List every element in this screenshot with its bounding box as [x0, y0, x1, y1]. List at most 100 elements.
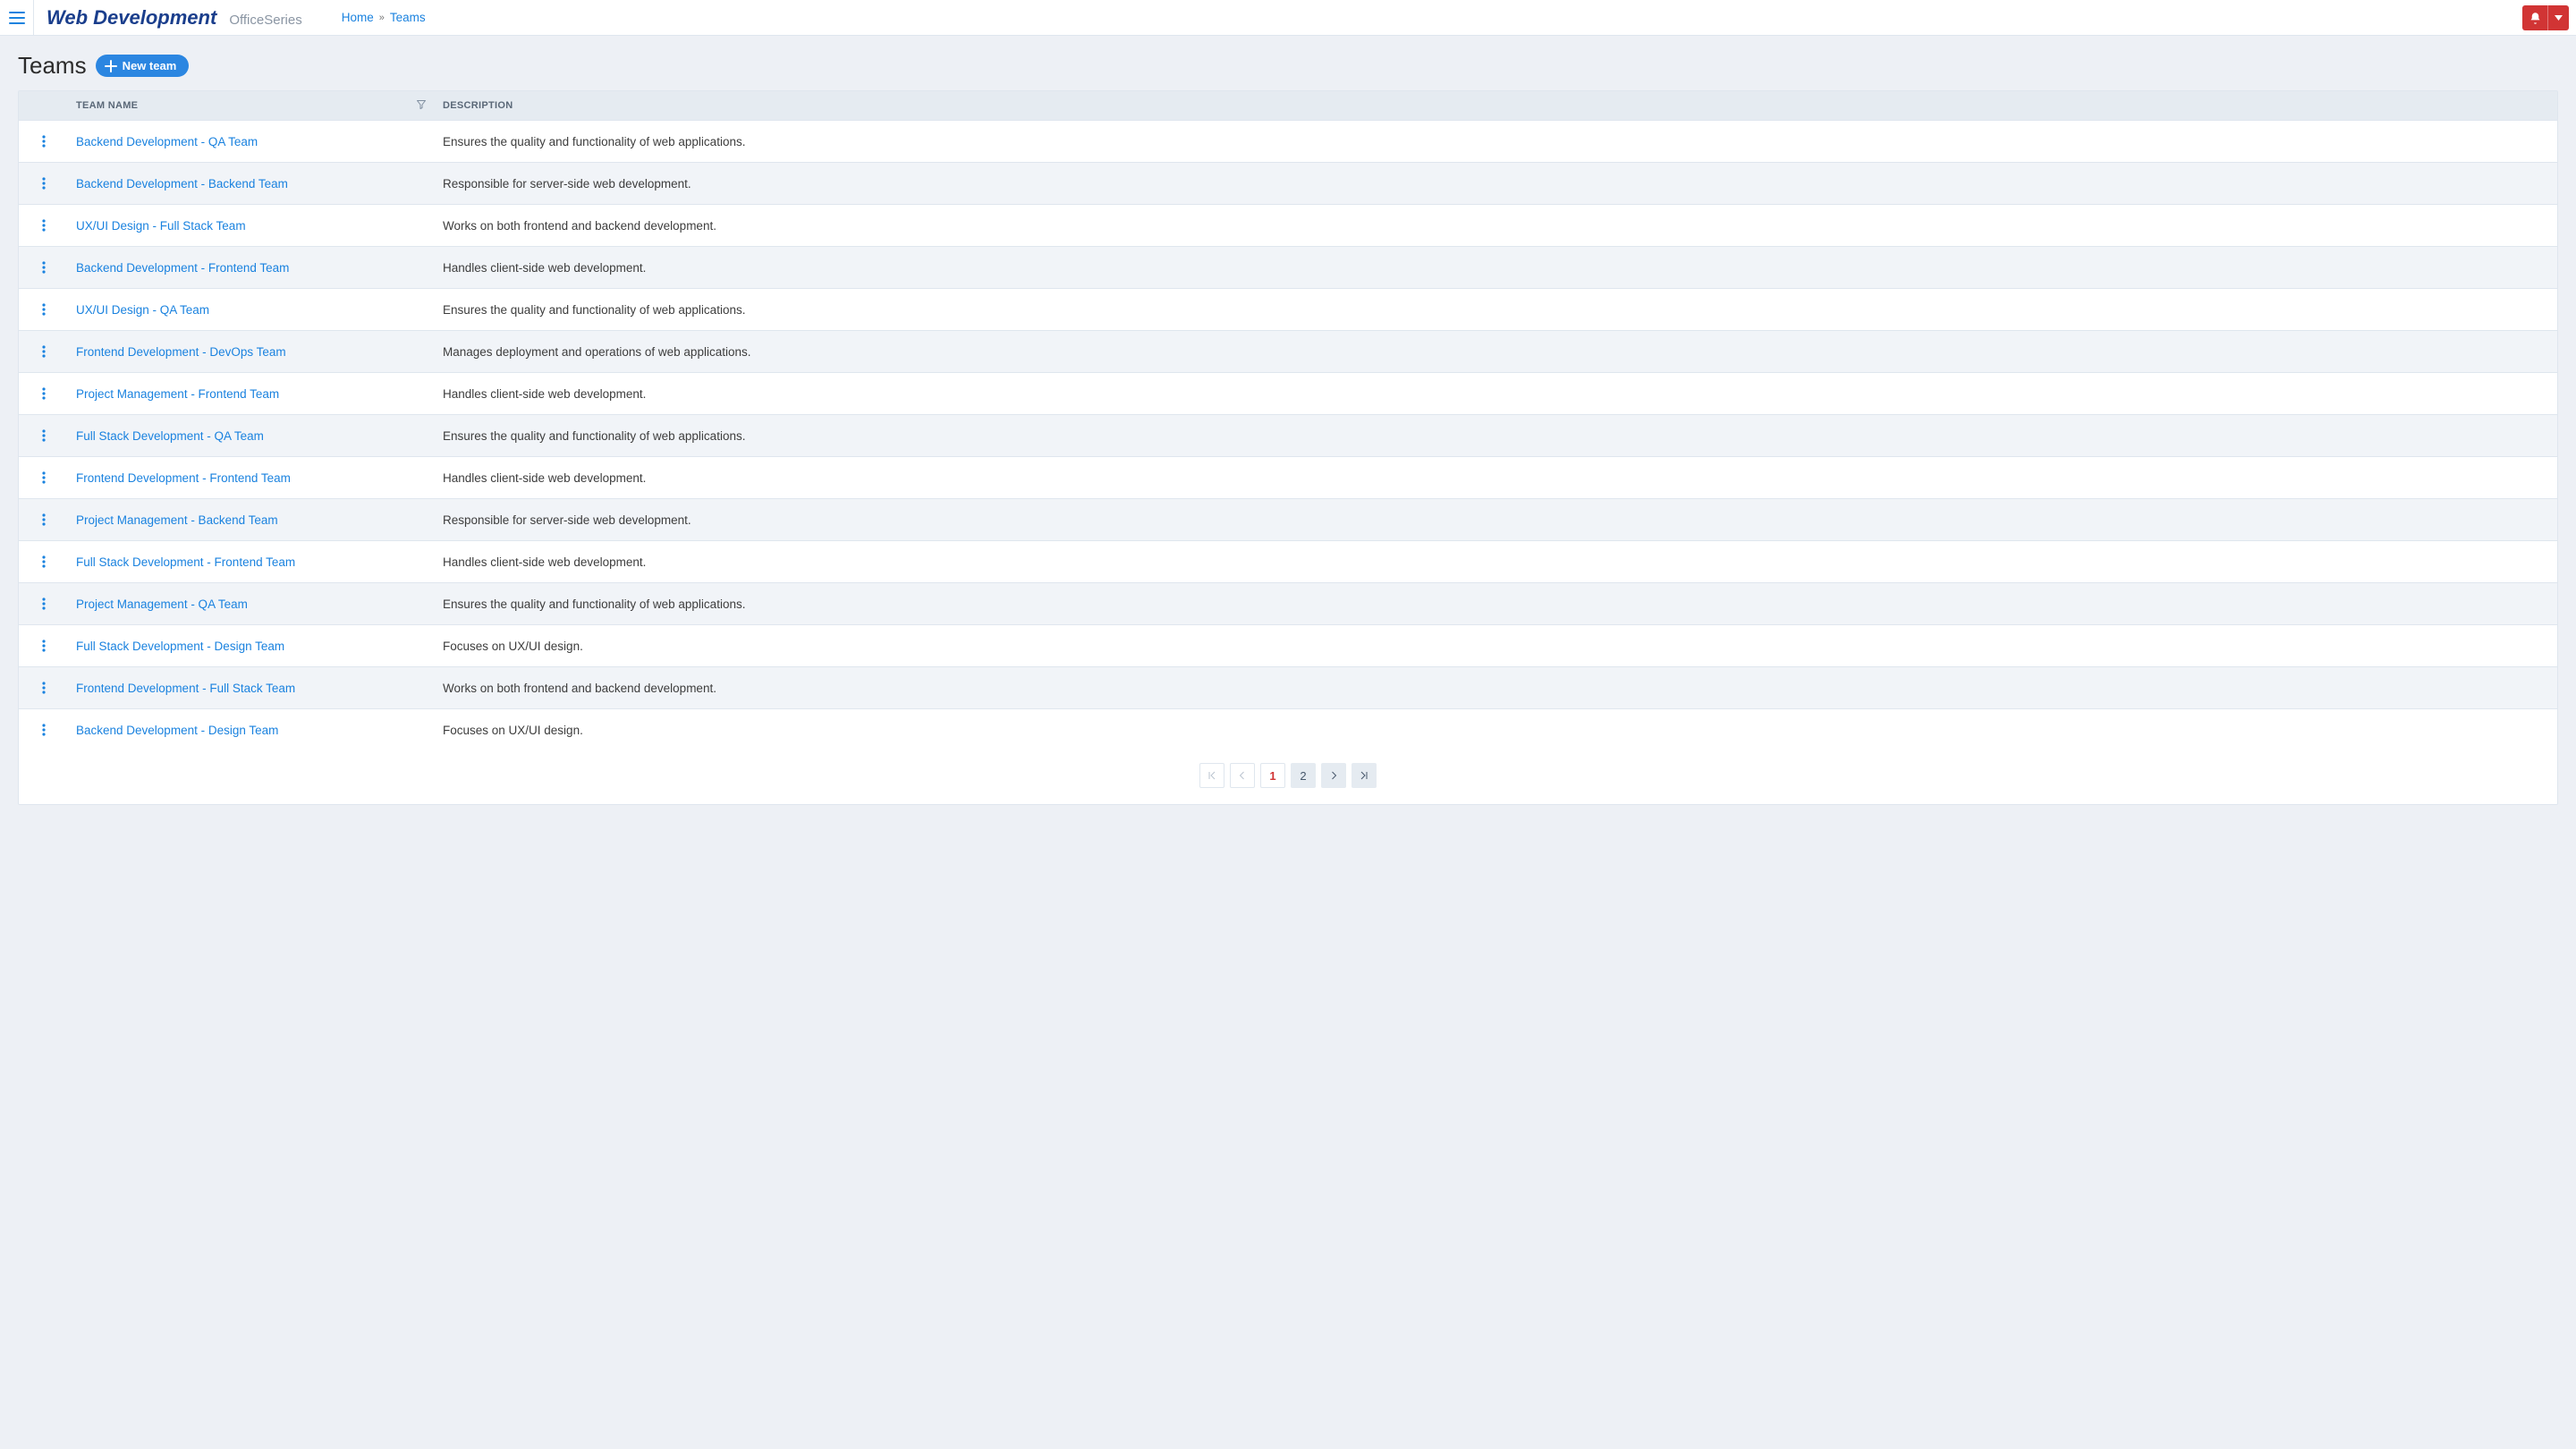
page-last-button[interactable]: [1352, 763, 1377, 788]
team-description: Handles client-side web development.: [436, 373, 2557, 415]
column-header-name-label: Team Name: [76, 100, 138, 111]
row-actions-button[interactable]: [38, 258, 49, 277]
brand-subtitle: OfficeSeries: [229, 13, 301, 28]
row-actions-button[interactable]: [38, 174, 49, 193]
table-row: Backend Development - Frontend TeamHandl…: [19, 247, 2557, 289]
topbar: Web Development OfficeSeries Home » Team…: [0, 0, 2576, 36]
hamburger-icon: [9, 12, 25, 24]
page-header: Teams New team: [18, 52, 2558, 80]
table-row: UX/UI Design - QA Team Ensures the qualit…: [19, 289, 2557, 331]
table-row: Frontend Development - Frontend Team Hand…: [19, 457, 2557, 499]
topbar-actions: [2522, 0, 2576, 35]
team-name-link[interactable]: Project Management - QA Team: [76, 597, 248, 611]
more-vertical-icon: [42, 555, 46, 568]
team-name-link[interactable]: UX/UI Design - Full Stack Team: [76, 219, 246, 233]
bell-icon: [2529, 12, 2542, 25]
notifications-dropdown-button[interactable]: [2547, 5, 2569, 30]
more-vertical-icon: [42, 640, 46, 652]
notifications-button[interactable]: [2522, 5, 2547, 30]
team-description: Ensures the quality and functionality of…: [436, 415, 2557, 457]
team-name-link[interactable]: Backend Development - Backend Team: [76, 177, 288, 191]
team-description: Works on both frontend and backend devel…: [436, 667, 2557, 709]
breadcrumb: Home » Teams: [315, 11, 426, 24]
row-actions-button[interactable]: [38, 216, 49, 235]
brand-title: Web Development: [47, 6, 216, 30]
breadcrumb-separator-icon: »: [379, 13, 385, 23]
page: Teams New team Team Name Description: [0, 36, 2576, 832]
team-description: Handles client-side web development.: [436, 457, 2557, 499]
table-row: Frontend Development - Full Stack Team Wo…: [19, 667, 2557, 709]
table-row: Full Stack Development - Design Team Focu…: [19, 625, 2557, 667]
page-next-button[interactable]: [1321, 763, 1346, 788]
table-row: Frontend Development - DevOps Team Manage…: [19, 331, 2557, 373]
more-vertical-icon: [42, 682, 46, 694]
more-vertical-icon: [42, 303, 46, 316]
column-header-name[interactable]: Team Name: [69, 91, 436, 121]
page-title: Teams: [18, 52, 87, 80]
more-vertical-icon: [42, 471, 46, 484]
page-number-button[interactable]: 2: [1291, 763, 1316, 788]
filter-name-button[interactable]: [416, 99, 427, 113]
row-actions-button[interactable]: [38, 510, 49, 530]
column-header-actions: [19, 91, 69, 121]
page-prev-button: [1230, 763, 1255, 788]
row-actions-button[interactable]: [38, 468, 49, 487]
column-header-description-label: Description: [443, 100, 513, 111]
page-last-icon: [1359, 770, 1369, 781]
chevron-left-icon: [1237, 770, 1248, 781]
more-vertical-icon: [42, 597, 46, 610]
row-actions-button[interactable]: [38, 636, 49, 656]
table-row: Full Stack Development - QA Team Ensures …: [19, 415, 2557, 457]
row-actions-button[interactable]: [38, 678, 49, 698]
more-vertical-icon: [42, 513, 46, 526]
team-name-link[interactable]: Full Stack Development - QA Team: [76, 429, 264, 443]
menu-toggle-button[interactable]: [0, 0, 34, 36]
brand: Web Development OfficeSeries: [34, 6, 315, 30]
page-first-button: [1199, 763, 1224, 788]
column-header-description[interactable]: Description: [436, 91, 2557, 121]
table-row: UX/UI Design - Full Stack Team Works on b…: [19, 205, 2557, 247]
row-actions-button[interactable]: [38, 552, 49, 572]
team-name-link[interactable]: Project Management - Backend Team: [76, 513, 278, 527]
team-description: Ensures the quality and functionality of…: [436, 289, 2557, 331]
team-name-link[interactable]: Frontend Development - Frontend Team: [76, 471, 291, 485]
breadcrumb-home[interactable]: Home: [342, 11, 374, 24]
row-actions-button[interactable]: [38, 342, 49, 361]
row-actions-button[interactable]: [38, 720, 49, 740]
team-name-link[interactable]: Frontend Development - DevOps Team: [76, 345, 286, 359]
row-actions-button[interactable]: [38, 384, 49, 403]
team-description: Responsible for server-side web developm…: [436, 499, 2557, 541]
team-description: Manages deployment and operations of web…: [436, 331, 2557, 373]
page-number-button: 1: [1260, 763, 1285, 788]
chevron-right-icon: [1328, 770, 1339, 781]
row-actions-button[interactable]: [38, 426, 49, 445]
team-name-link[interactable]: Frontend Development - Full Stack Team: [76, 682, 295, 695]
team-name-link[interactable]: UX/UI Design - QA Team: [76, 303, 209, 317]
team-description: Ensures the quality and functionality of…: [436, 583, 2557, 625]
more-vertical-icon: [42, 177, 46, 190]
table-row: Backend Development - QA TeamEnsures the…: [19, 121, 2557, 163]
new-team-button-label: New team: [123, 59, 177, 72]
team-name-link[interactable]: Project Management - Frontend Team: [76, 387, 279, 401]
table-row: Project Management - Backend Team Respons…: [19, 499, 2557, 541]
filter-icon: [416, 99, 427, 110]
teams-table-card: Team Name Description Backend Developmen…: [18, 90, 2558, 805]
team-name-link[interactable]: Backend Development - QA Team: [76, 135, 258, 148]
team-name-link[interactable]: Backend Development - Frontend Team: [76, 261, 289, 275]
team-name-link[interactable]: Full Stack Development - Design Team: [76, 640, 284, 653]
table-row: Backend Development - Design TeamFocuses…: [19, 709, 2557, 751]
table-row: Backend Development - Backend Team Respon…: [19, 163, 2557, 205]
more-vertical-icon: [42, 724, 46, 736]
team-description: Works on both frontend and backend devel…: [436, 205, 2557, 247]
row-actions-button[interactable]: [38, 300, 49, 319]
table-row: Full Stack Development - Frontend Team Ha…: [19, 541, 2557, 583]
row-actions-button[interactable]: [38, 594, 49, 614]
row-actions-button[interactable]: [38, 131, 49, 151]
team-name-link[interactable]: Full Stack Development - Frontend Team: [76, 555, 295, 569]
team-description: Responsible for server-side web developm…: [436, 163, 2557, 205]
team-description: Focuses on UX/UI design.: [436, 625, 2557, 667]
new-team-button[interactable]: New team: [96, 55, 190, 77]
team-name-link[interactable]: Backend Development - Design Team: [76, 724, 278, 737]
plus-icon: [105, 60, 117, 72]
team-description: Handles client-side web development.: [436, 541, 2557, 583]
